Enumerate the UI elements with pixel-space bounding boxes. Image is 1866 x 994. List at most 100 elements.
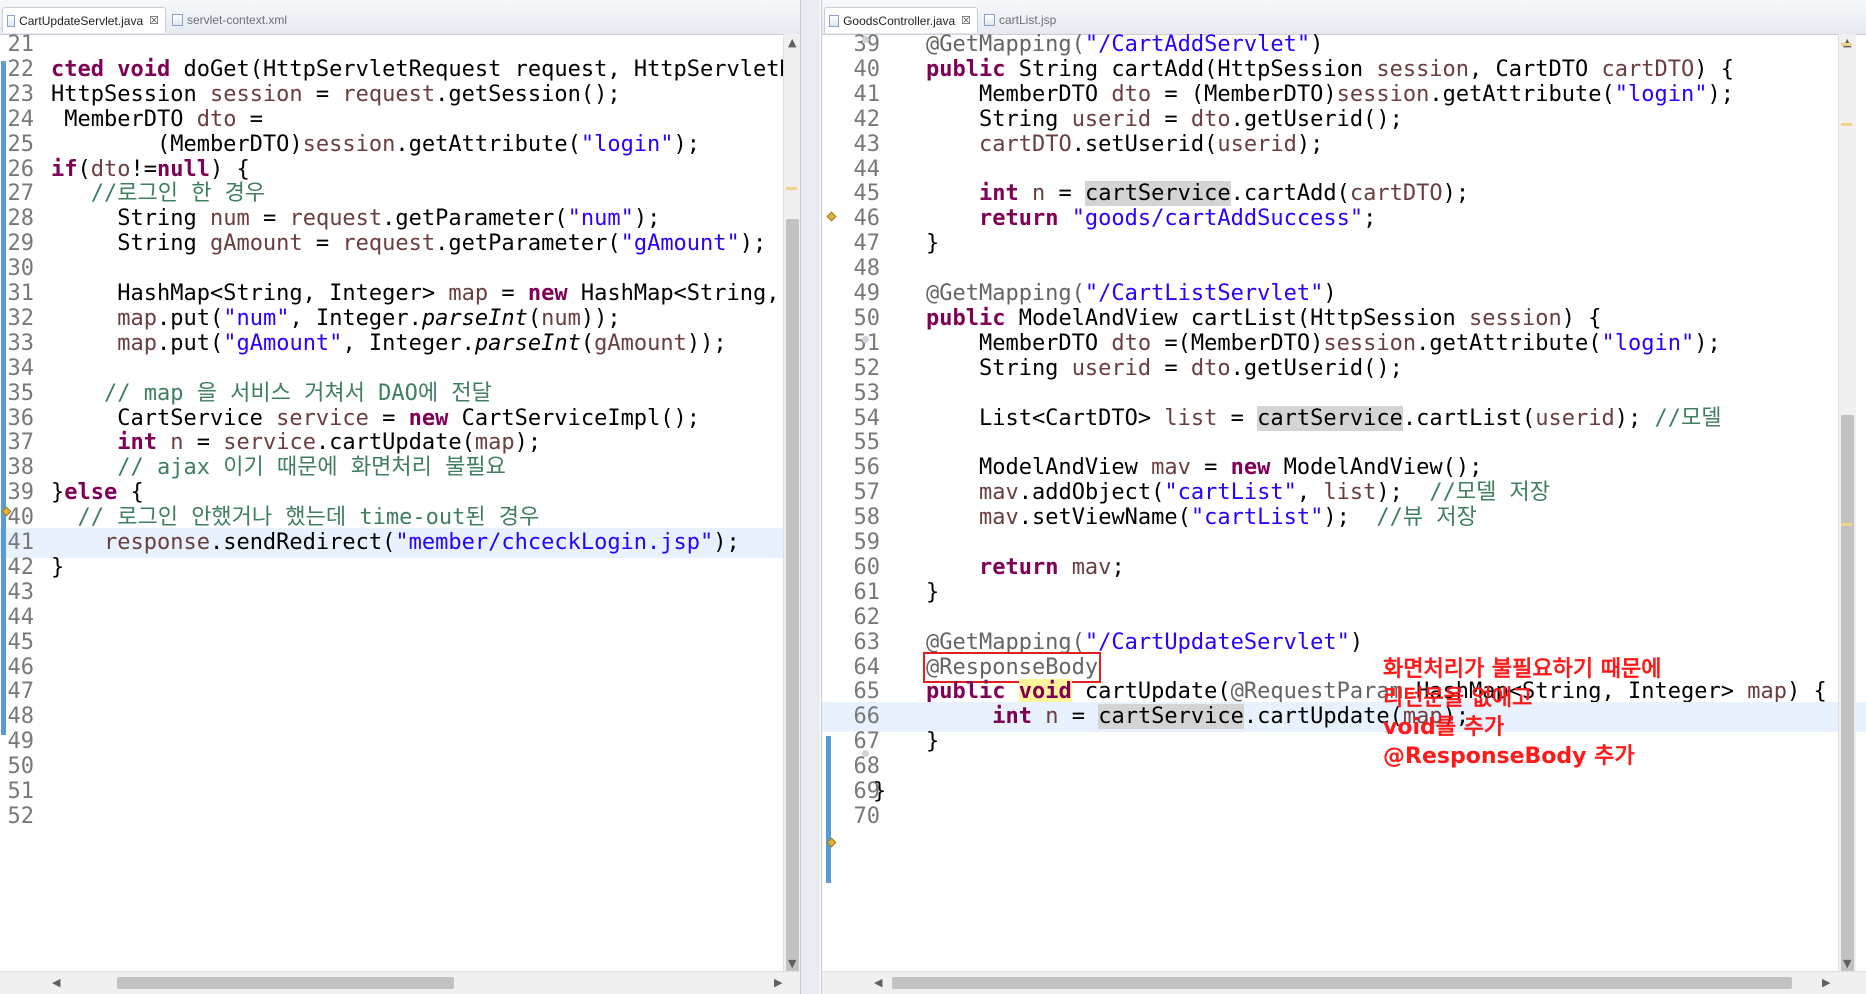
scroll-up-icon[interactable]: ▲: [788, 36, 796, 49]
code-token: =: [302, 81, 343, 107]
code-token: =: [1151, 106, 1191, 132]
split-divider[interactable]: [801, 0, 820, 994]
code-token: int: [117, 430, 171, 456]
code-token: //뷰 저장: [1376, 505, 1477, 531]
scroll-right-icon[interactable]: ▶: [1822, 976, 1830, 989]
scroll-down-icon[interactable]: ▼: [788, 957, 796, 970]
code-token: //로그인 한 경우: [51, 181, 266, 207]
code-token: =: [236, 106, 263, 132]
code-token: "/CartListServlet": [1084, 281, 1324, 306]
code-token: response: [103, 530, 210, 555]
code-token: ));: [580, 305, 621, 331]
scroll-thumb[interactable]: [1841, 415, 1854, 980]
fold-icon[interactable]: [862, 750, 869, 757]
code-token: "/CartUpdateServlet": [1084, 629, 1350, 655]
code-token: = (MemberDTO): [1151, 81, 1337, 107]
code-token: mav: [978, 505, 1019, 531]
code-token: {: [117, 480, 144, 506]
code-token: ) {: [1694, 56, 1734, 82]
left-horizontal-scrollbar[interactable]: ◀ ▶: [0, 971, 800, 994]
code-token: new: [527, 281, 581, 306]
code-token: );: [1296, 131, 1324, 157]
scroll-down-icon[interactable]: ▼: [1843, 957, 1851, 970]
code-token: CartService: [51, 405, 277, 431]
java-file-icon: [7, 14, 16, 27]
right-code-editor[interactable]: 39 @GetMapping("/CartAddServlet") 40 publ…: [822, 32, 1866, 994]
code-token: , CartDTO: [1469, 56, 1602, 82]
code-token: , Integer.: [342, 330, 475, 356]
code-line[interactable]: 52: [0, 802, 800, 832]
code-token: );: [673, 131, 701, 157]
left-vertical-scrollbar[interactable]: ▲ ▼: [783, 34, 800, 981]
code-token: dto: [1111, 330, 1152, 356]
code-token: session: [1376, 56, 1470, 82]
code-token: =: [1151, 355, 1191, 381]
change-ruler: [1, 61, 6, 735]
code-token: @GetMapping(: [873, 281, 1085, 306]
code-token: }: [51, 480, 65, 506]
code-line[interactable]: 70: [822, 802, 1866, 832]
code-token: ): [1349, 629, 1364, 655]
code-token: , HttpServletRes: [607, 56, 801, 82]
code-token: "login": [1614, 81, 1708, 107]
close-icon[interactable]: ☒: [961, 14, 971, 27]
code-token: "num": [223, 305, 290, 331]
scroll-thumb[interactable]: [892, 977, 1792, 989]
code-token: session: [209, 81, 303, 107]
code-token: HashMap<String, In: [580, 281, 801, 306]
code-token: =: [368, 405, 409, 431]
code-token: dto: [1190, 106, 1231, 132]
code-token: HashMap<String, Integer>: [51, 281, 449, 306]
code-token: }: [873, 231, 940, 257]
code-token: .getUserid();: [1230, 355, 1403, 381]
scroll-thumb[interactable]: [786, 219, 799, 981]
code-token: request: [289, 206, 383, 232]
code-token: =: [249, 206, 290, 232]
note-line: 화면처리가 불필요하기 때문에: [1383, 657, 1662, 682]
code-token: @GetMapping(: [873, 32, 1085, 57]
xml-file-icon: [172, 14, 183, 26]
code-token: list: [1164, 405, 1218, 431]
fold-icon[interactable]: [862, 336, 869, 343]
code-token: String: [873, 106, 1072, 132]
code-token: ) {: [1786, 679, 1827, 705]
code-token: .setUserid(: [1071, 131, 1218, 157]
code-token: =: [302, 231, 343, 257]
code-token: .cartUpdate(: [315, 430, 475, 456]
code-token: );: [739, 231, 767, 257]
code-token: doGet(HttpServletRequest: [183, 56, 515, 82]
code-token: .getParameter(: [435, 231, 621, 257]
scroll-left-icon[interactable]: ◀: [874, 976, 882, 989]
code-token: //: [51, 455, 157, 481]
scroll-thumb[interactable]: [117, 977, 454, 989]
code-token: userid: [1217, 131, 1297, 157]
code-token: public: [925, 305, 1019, 331]
code-token: cartUpdate(: [1071, 679, 1231, 705]
code-token: String: [51, 231, 210, 257]
code-token: gAmount: [209, 231, 303, 257]
fold-icon[interactable]: [862, 36, 869, 43]
code-token: cartDTO: [978, 131, 1072, 157]
code-token: (MemberDTO): [51, 131, 303, 157]
right-vertical-scrollbar[interactable]: ▲ ▼: [1838, 34, 1856, 980]
code-token: .addObject(: [1018, 480, 1165, 506]
code-token: );: [1442, 181, 1470, 207]
left-code-editor[interactable]: 21 22 cted void doGet(HttpServletRequest r…: [0, 32, 801, 994]
scroll-left-icon[interactable]: ◀: [52, 976, 60, 989]
code-token: .cartList(: [1402, 405, 1536, 431]
scroll-right-icon[interactable]: ▶: [774, 976, 782, 989]
code-token: n: [1045, 704, 1059, 730]
code-token: map: [448, 281, 489, 306]
code-token: List<CartDTO>: [873, 405, 1165, 431]
code-token: session: [1469, 305, 1562, 331]
right-horizontal-scrollbar[interactable]: ◀ ▶: [822, 971, 1866, 994]
code-token: int: [992, 704, 1046, 730]
code-token: ): [1323, 281, 1337, 306]
code-token: n: [1031, 181, 1046, 207]
code-token: }: [873, 779, 887, 804]
close-icon[interactable]: ☒: [149, 14, 159, 27]
